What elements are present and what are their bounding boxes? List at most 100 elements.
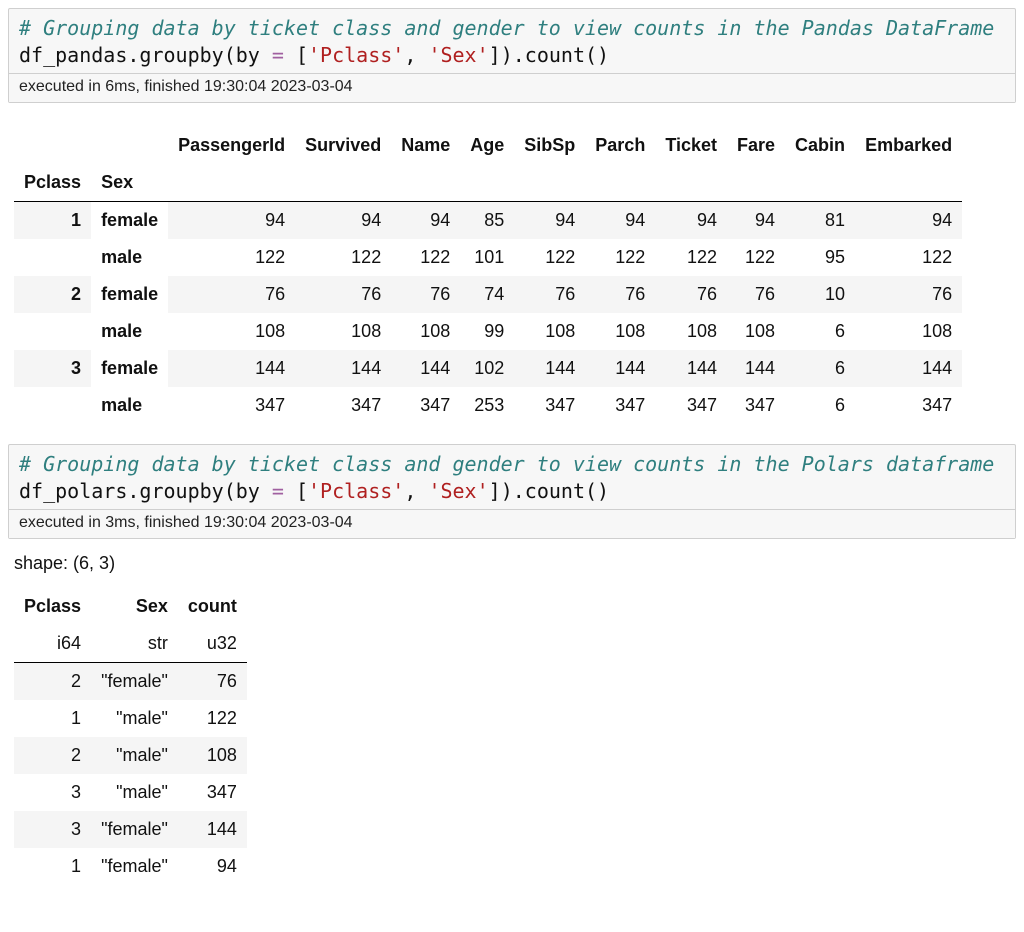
- code-comment: # Grouping data by ticket class and gend…: [19, 452, 994, 476]
- data-cell: 347: [855, 387, 962, 424]
- code-comment: # Grouping data by ticket class and gend…: [19, 16, 994, 40]
- data-cell: 122: [855, 239, 962, 276]
- index-cell: male: [91, 387, 168, 424]
- data-cell: 144: [168, 350, 295, 387]
- execution-status: executed in 3ms, finished 19:30:04 2023-…: [9, 509, 1015, 538]
- data-cell: 144: [727, 350, 785, 387]
- data-cell: 94: [514, 202, 585, 240]
- data-cell: 144: [295, 350, 391, 387]
- data-cell: "male": [91, 774, 178, 811]
- data-cell: 1: [14, 848, 91, 885]
- column-header: Pclass: [14, 588, 91, 625]
- index-cell: female: [91, 202, 168, 240]
- column-header: SibSp: [514, 127, 585, 164]
- data-cell: 10: [785, 276, 855, 313]
- column-header: Sex: [91, 588, 178, 625]
- polars-shape: shape: (6, 3): [14, 553, 1016, 574]
- data-cell: 144: [391, 350, 460, 387]
- data-cell: 108: [178, 737, 247, 774]
- data-cell: "female": [91, 811, 178, 848]
- code-text: # Grouping data by ticket class and gend…: [9, 445, 1015, 509]
- column-header: count: [178, 588, 247, 625]
- data-cell: 94: [178, 848, 247, 885]
- dtype-header: i64: [14, 625, 91, 663]
- data-cell: 144: [514, 350, 585, 387]
- table-row: 3female1441441441021441441441446144: [14, 350, 962, 387]
- code-ident: df_pandas: [19, 43, 127, 67]
- data-cell: 2: [14, 663, 91, 701]
- execution-status: executed in 6ms, finished 19:30:04 2023-…: [9, 73, 1015, 102]
- data-cell: 347: [727, 387, 785, 424]
- data-cell: 76: [295, 276, 391, 313]
- data-cell: 3: [14, 774, 91, 811]
- data-cell: 347: [178, 774, 247, 811]
- data-cell: 76: [178, 663, 247, 701]
- data-cell: 76: [514, 276, 585, 313]
- column-header: Age: [460, 127, 514, 164]
- pandas-output-table: PassengerIdSurvivedNameAgeSibSpParchTick…: [14, 127, 962, 424]
- data-cell: 94: [391, 202, 460, 240]
- column-header: Survived: [295, 127, 391, 164]
- data-cell: 6: [785, 313, 855, 350]
- table-row: 3"male"347: [14, 774, 247, 811]
- data-cell: 81: [785, 202, 855, 240]
- data-cell: 95: [785, 239, 855, 276]
- data-cell: 99: [460, 313, 514, 350]
- table-row: male12212212210112212212212295122: [14, 239, 962, 276]
- dtype-header: str: [91, 625, 178, 663]
- data-cell: 76: [391, 276, 460, 313]
- code-cell-polars[interactable]: # Grouping data by ticket class and gend…: [8, 444, 1016, 539]
- data-cell: 3: [14, 811, 91, 848]
- data-cell: 6: [785, 350, 855, 387]
- data-cell: 122: [178, 700, 247, 737]
- index-cell: male: [91, 313, 168, 350]
- index-cell: 2: [14, 276, 91, 313]
- column-header: Parch: [585, 127, 655, 164]
- data-cell: "male": [91, 737, 178, 774]
- data-cell: 6: [785, 387, 855, 424]
- data-cell: 122: [168, 239, 295, 276]
- index-cell: 3: [14, 350, 91, 387]
- data-cell: 94: [585, 202, 655, 240]
- data-cell: 76: [855, 276, 962, 313]
- data-cell: 144: [178, 811, 247, 848]
- data-cell: 94: [655, 202, 727, 240]
- column-header: Fare: [727, 127, 785, 164]
- polars-output-table: PclassSexcounti64stru32 2"female"761"mal…: [14, 588, 247, 885]
- dtype-header: u32: [178, 625, 247, 663]
- data-cell: 94: [727, 202, 785, 240]
- code-text: # Grouping data by ticket class and gend…: [9, 9, 1015, 73]
- data-cell: 108: [168, 313, 295, 350]
- index-name: Pclass: [14, 164, 91, 202]
- code-cell-pandas[interactable]: # Grouping data by ticket class and gend…: [8, 8, 1016, 103]
- data-cell: 108: [391, 313, 460, 350]
- data-cell: 122: [295, 239, 391, 276]
- data-cell: 347: [655, 387, 727, 424]
- column-header: [91, 127, 168, 164]
- data-cell: "male": [91, 700, 178, 737]
- data-cell: 144: [655, 350, 727, 387]
- data-cell: 1: [14, 700, 91, 737]
- data-cell: 2: [14, 737, 91, 774]
- data-cell: 108: [295, 313, 391, 350]
- data-cell: 144: [585, 350, 655, 387]
- data-cell: 122: [514, 239, 585, 276]
- index-name: Sex: [91, 164, 168, 202]
- index-cell: male: [91, 239, 168, 276]
- table-row: male3473473472533473473473476347: [14, 387, 962, 424]
- data-cell: 108: [727, 313, 785, 350]
- table-row: 1"female"94: [14, 848, 247, 885]
- table-row: 1female94949485949494948194: [14, 202, 962, 240]
- data-cell: 102: [460, 350, 514, 387]
- index-cell: [14, 387, 91, 424]
- data-cell: 347: [514, 387, 585, 424]
- data-cell: 74: [460, 276, 514, 313]
- data-cell: 76: [585, 276, 655, 313]
- data-cell: 253: [460, 387, 514, 424]
- column-header: Embarked: [855, 127, 962, 164]
- column-header: Ticket: [655, 127, 727, 164]
- data-cell: 108: [655, 313, 727, 350]
- index-cell: female: [91, 350, 168, 387]
- data-cell: 347: [295, 387, 391, 424]
- data-cell: 76: [655, 276, 727, 313]
